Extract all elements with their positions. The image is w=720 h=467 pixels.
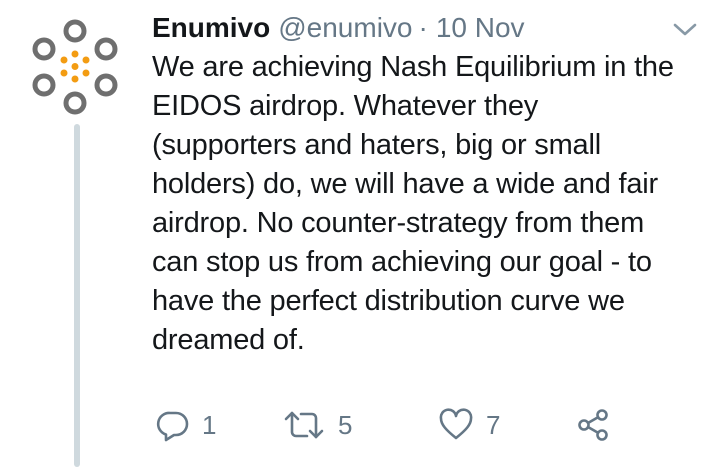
tweet[interactable]: Enumivo @enumivo · 10 Nov We are achievi… (0, 0, 720, 467)
author-display-name[interactable]: Enumivo (152, 8, 270, 48)
reply-icon (156, 408, 190, 442)
enumivo-logo-icon[interactable] (26, 18, 124, 116)
share-button[interactable] (576, 400, 610, 450)
retweet-button[interactable]: 5 (282, 400, 352, 450)
like-count: 7 (486, 409, 501, 440)
header-separator: · (418, 12, 428, 43)
retweet-icon (282, 408, 326, 442)
reply-count: 1 (202, 409, 217, 440)
tweet-actions: 1 5 7 (152, 400, 672, 450)
chevron-down-icon[interactable] (672, 22, 698, 38)
share-icon (576, 408, 610, 442)
thread-line (74, 124, 80, 467)
tweet-text: We are achieving Nash Equilibrium in the… (152, 51, 674, 356)
tweet-header: Enumivo @enumivo · 10 Nov (152, 8, 525, 48)
tweet-timestamp[interactable]: 10 Nov (436, 8, 525, 48)
like-button[interactable]: 7 (438, 400, 500, 450)
author-handle[interactable]: @enumivo (278, 8, 412, 48)
retweet-count: 5 (338, 409, 353, 440)
heart-icon (438, 408, 474, 442)
reply-button[interactable]: 1 (156, 400, 216, 450)
